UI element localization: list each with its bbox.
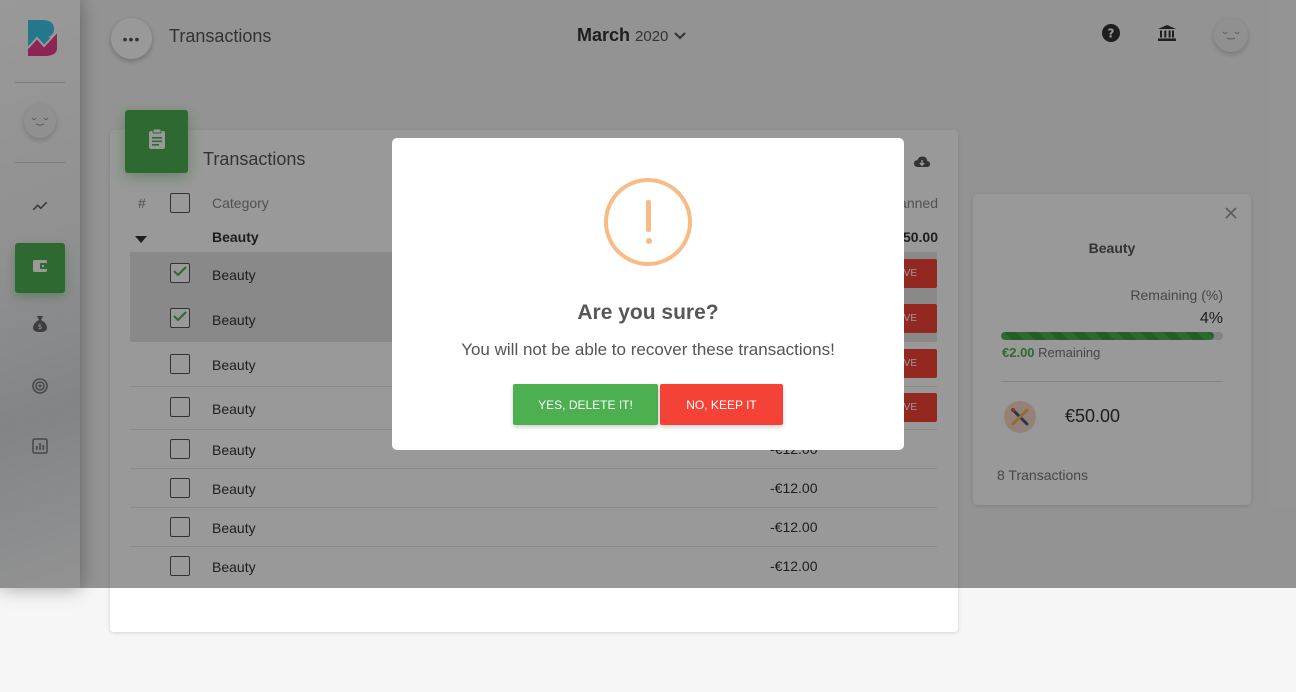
confirm-dialog: Are you sure? You will not be able to re…	[392, 138, 904, 450]
cancel-delete-button[interactable]: NO, KEEP IT	[660, 384, 783, 425]
warning-icon	[604, 178, 692, 266]
dialog-title: Are you sure?	[577, 301, 719, 324]
confirm-delete-button[interactable]: YES, DELETE IT!	[513, 384, 658, 425]
dialog-message: You will not be able to recover these tr…	[461, 340, 835, 359]
